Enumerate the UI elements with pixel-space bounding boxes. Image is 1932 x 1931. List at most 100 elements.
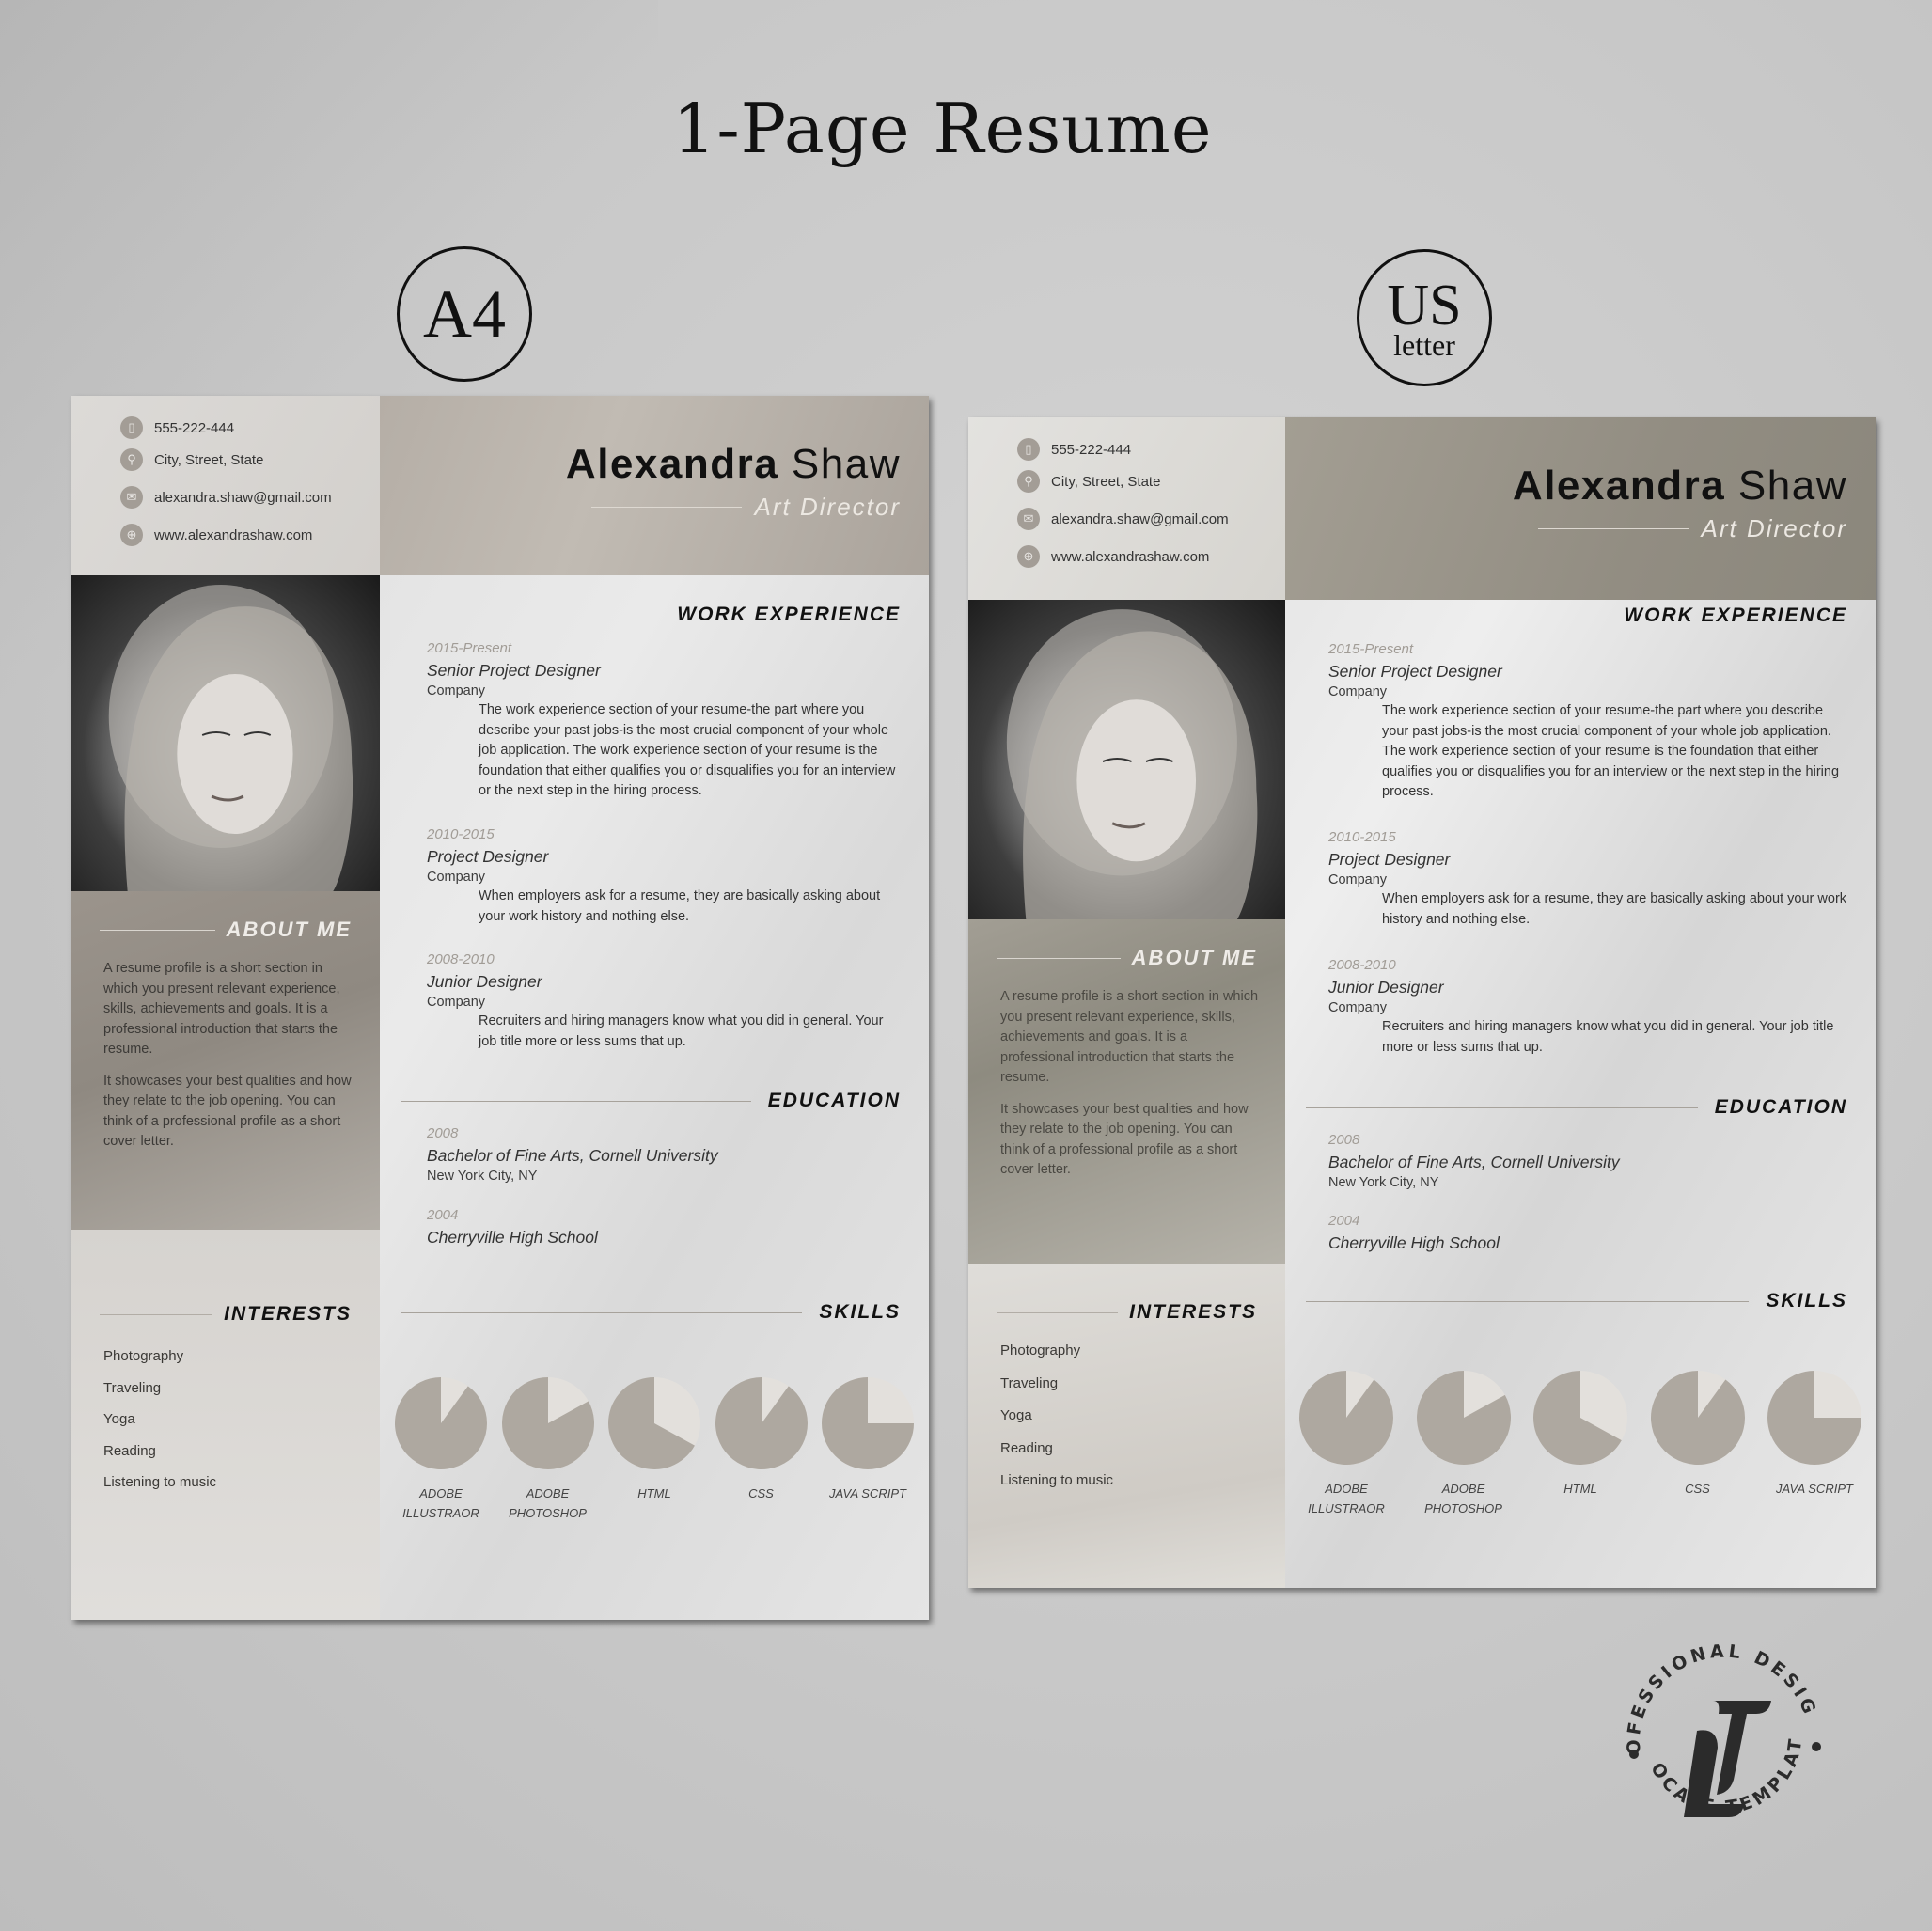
skill-pie bbox=[822, 1377, 914, 1469]
interests-section: INTERESTS Photography Traveling Yoga Rea… bbox=[71, 1230, 380, 1620]
contact-website: ⊕ www.alexandrashaw.com bbox=[120, 524, 312, 546]
skill-label-line: ILLUSTRAOR bbox=[1308, 1501, 1385, 1515]
skill-pie bbox=[1299, 1371, 1393, 1465]
education-heading: EDUCATION bbox=[401, 1090, 901, 1112]
skill-label: ADOBE ILLUSTRAOR bbox=[402, 1484, 479, 1523]
job-date: 2010-2015 bbox=[1328, 829, 1396, 845]
skill-item: CSS bbox=[710, 1376, 813, 1523]
candidate-name: Alexandra Shaw bbox=[565, 441, 901, 487]
contact-text: alexandra.shaw@gmail.com bbox=[1051, 510, 1229, 527]
interests-section: INTERESTS Photography Traveling Yoga Rea… bbox=[968, 1264, 1285, 1588]
education-heading: EDUCATION bbox=[1306, 1096, 1847, 1119]
contact-text: 555-222-444 bbox=[1051, 441, 1132, 458]
profile-photo bbox=[71, 575, 380, 891]
skill-label: CSS bbox=[1685, 1479, 1710, 1499]
job-company: Company bbox=[1328, 872, 1388, 887]
job-title: Junior Designer bbox=[427, 972, 542, 991]
job-date: 2015-Present bbox=[1328, 641, 1414, 657]
interests-heading: INTERESTS bbox=[100, 1303, 352, 1326]
location-pin-icon: ⚲ bbox=[120, 448, 143, 471]
about-paragraph: A resume profile is a short section in w… bbox=[103, 961, 340, 1057]
job-company: Company bbox=[1328, 684, 1388, 699]
work-experience-heading: WORK EXPERIENCE bbox=[677, 604, 901, 625]
skill-label-line: CSS bbox=[748, 1486, 774, 1500]
contact-website: ⊕ www.alexandrashaw.com bbox=[1017, 545, 1209, 568]
skill-label: ADOBE PHOTOSHOP bbox=[1424, 1479, 1502, 1518]
interest-item: Reading bbox=[103, 1442, 156, 1459]
skill-label-line: JAVA SCRIPT bbox=[829, 1486, 906, 1500]
skill-item: ADOBE PHOTOSHOP bbox=[496, 1376, 600, 1523]
format-label-sub: letter bbox=[1393, 328, 1455, 362]
education-place: New York City, NY bbox=[1328, 1175, 1439, 1190]
skill-pie bbox=[715, 1377, 808, 1469]
job-company: Company bbox=[427, 995, 486, 1010]
job-description: When employers ask for a resume, they ar… bbox=[479, 888, 881, 924]
contact-text: 555-222-444 bbox=[154, 419, 235, 436]
job-company: Company bbox=[1328, 1000, 1388, 1015]
about-me-text: A resume profile is a short section in w… bbox=[1000, 987, 1261, 1192]
candidate-name: Alexandra Shaw bbox=[1512, 463, 1847, 509]
job-entry: 2015-Present Senior Project Designer Com… bbox=[427, 638, 901, 802]
job-company: Company bbox=[427, 870, 486, 885]
job-description: The work experience section of your resu… bbox=[1382, 703, 1840, 799]
skills-chart: ADOBE ILLUSTRAOR ADOBE PHOTOSHOP HTML CSS JAVA… bbox=[1295, 1370, 1866, 1518]
format-badge-us-letter: US letter bbox=[1357, 249, 1492, 386]
skill-label: JAVA SCRIPT bbox=[1776, 1479, 1853, 1499]
interest-item: Yoga bbox=[1000, 1407, 1032, 1423]
about-paragraph: It showcases your best qualities and how… bbox=[1000, 1101, 1249, 1178]
interests-list: Photography Traveling Yoga Reading Liste… bbox=[1000, 1335, 1113, 1498]
contact-text: www.alexandrashaw.com bbox=[154, 526, 313, 543]
skill-label: HTML bbox=[1563, 1479, 1596, 1499]
skill-item: ADOBE ILLUSTRAOR bbox=[389, 1376, 493, 1523]
about-paragraph: A resume profile is a short section in w… bbox=[1000, 989, 1259, 1085]
divider bbox=[1306, 1300, 1750, 1302]
globe-icon: ⊕ bbox=[120, 524, 143, 546]
skill-pie bbox=[1650, 1371, 1745, 1465]
name-header: Alexandra Shaw Art Director bbox=[1285, 417, 1876, 600]
education-title: Bachelor of Fine Arts, Cornell Universit… bbox=[1328, 1153, 1620, 1171]
phone-icon: ▯ bbox=[120, 416, 143, 439]
job-entry: 2010-2015 Project Designer Company When … bbox=[1328, 827, 1847, 930]
contact-text: City, Street, State bbox=[1051, 473, 1161, 490]
skill-label: CSS bbox=[748, 1484, 774, 1503]
job-title: Senior Project Designer bbox=[427, 661, 601, 680]
job-date: 2015-Present bbox=[427, 640, 512, 656]
skill-pie bbox=[501, 1377, 594, 1469]
envelope-icon: ✉ bbox=[120, 486, 143, 509]
skill-label-line: HTML bbox=[1563, 1482, 1597, 1496]
education-title: Cherryville High School bbox=[427, 1228, 598, 1247]
skill-pie bbox=[608, 1377, 700, 1469]
education-date: 2008 bbox=[1328, 1132, 1360, 1148]
education-entry: 2008 Bachelor of Fine Arts, Cornell Univ… bbox=[1328, 1130, 1847, 1192]
about-me-section: ABOUT ME A resume profile is a short sec… bbox=[71, 891, 380, 1230]
job-description: Recruiters and hiring managers know what… bbox=[479, 1013, 884, 1049]
right-column: Alexandra Shaw Art Director WORK EXPERIE… bbox=[380, 396, 929, 1620]
interest-item: Listening to music bbox=[103, 1474, 217, 1490]
skill-label-line: JAVA SCRIPT bbox=[1776, 1482, 1853, 1496]
resume-page-us-letter: ▯ 555-222-444 ⚲ City, Street, State ✉ al… bbox=[968, 417, 1876, 1588]
job-date: 2008-2010 bbox=[427, 951, 495, 967]
skill-label: HTML bbox=[637, 1484, 670, 1503]
location-pin-icon: ⚲ bbox=[1017, 470, 1040, 493]
divider bbox=[100, 929, 215, 931]
job-description: The work experience section of your resu… bbox=[479, 702, 896, 798]
skill-pie-filled bbox=[1299, 1371, 1393, 1465]
skill-label-line: ADOBE bbox=[1441, 1482, 1485, 1496]
skill-label-line: ADOBE bbox=[526, 1486, 570, 1500]
job-entry: 2015-Present Senior Project Designer Com… bbox=[1328, 639, 1847, 803]
job-description: When employers ask for a resume, they ar… bbox=[1382, 891, 1847, 927]
skill-label: ADOBE ILLUSTRAOR bbox=[1308, 1479, 1385, 1518]
skill-label-line: PHOTOSHOP bbox=[1424, 1501, 1502, 1515]
about-me-section: ABOUT ME A resume profile is a short sec… bbox=[968, 919, 1285, 1264]
skill-item: CSS bbox=[1646, 1370, 1750, 1518]
job-entry: 2010-2015 Project Designer Company When … bbox=[427, 824, 901, 927]
skill-item: HTML bbox=[1529, 1370, 1632, 1518]
skill-pie bbox=[1533, 1371, 1627, 1465]
work-experience-heading: WORK EXPERIENCE bbox=[1624, 604, 1847, 626]
interests-list: Photography Traveling Yoga Reading Liste… bbox=[103, 1341, 216, 1499]
interest-item: Reading bbox=[1000, 1439, 1053, 1456]
skill-pie-filled bbox=[395, 1377, 487, 1469]
skills-chart: ADOBE ILLUSTRAOR ADOBE PHOTOSHOP HTML CSS JAVA… bbox=[389, 1376, 919, 1523]
interest-item: Photography bbox=[1000, 1342, 1081, 1358]
interests-heading: INTERESTS bbox=[997, 1301, 1257, 1324]
